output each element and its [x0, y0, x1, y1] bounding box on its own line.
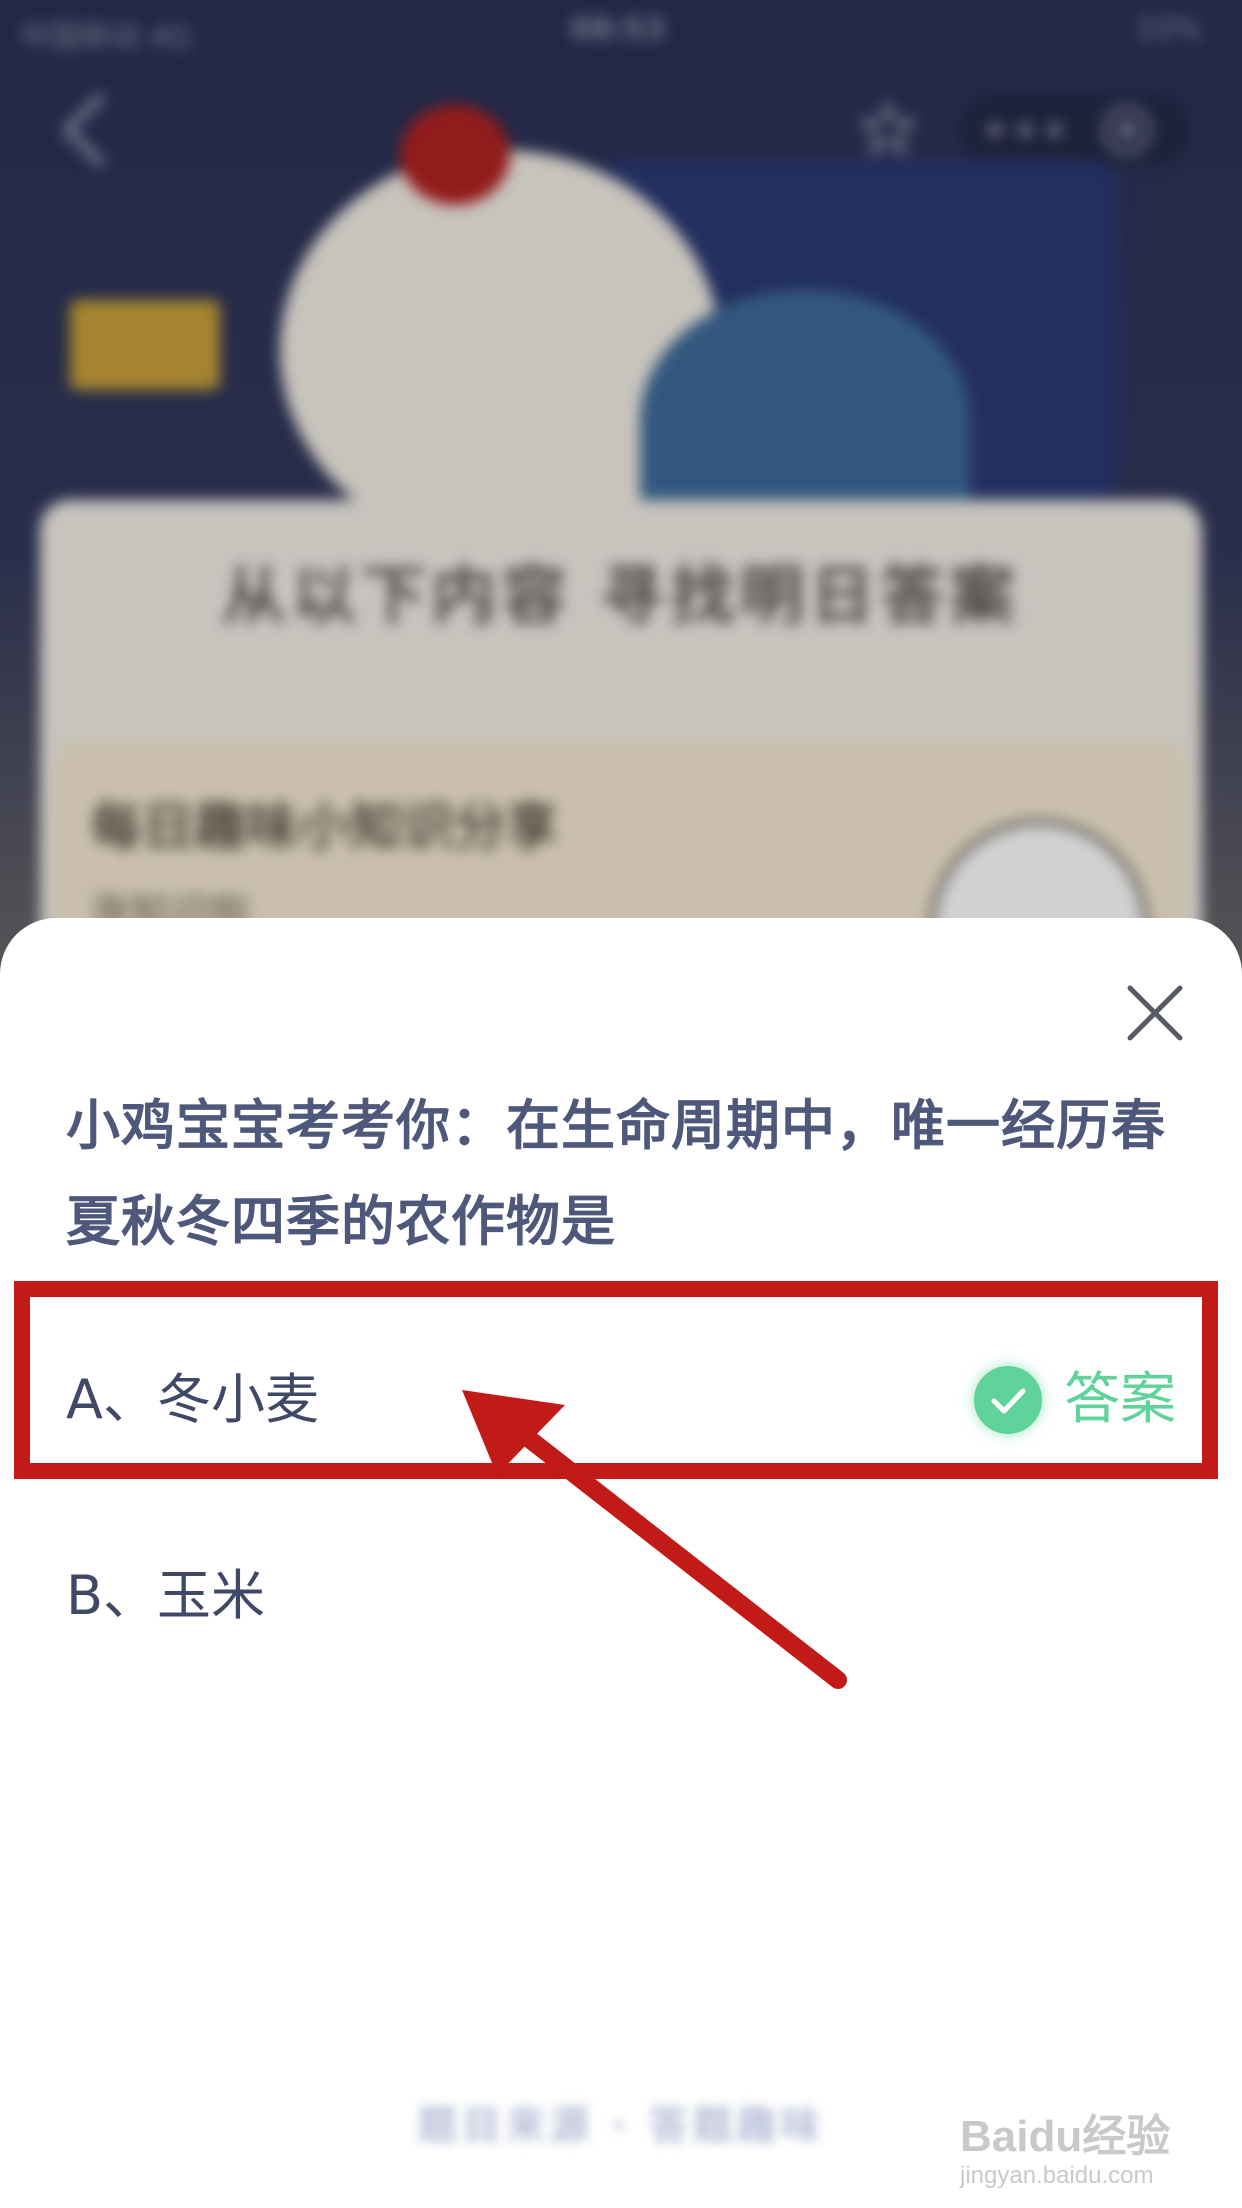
baidu-jingyan-watermark: Baidu经验 jingyan.baidu.com	[959, 2112, 1170, 2189]
option-b-label: B、玉米	[66, 1564, 266, 1627]
svg-text:Baidu经验: Baidu经验	[960, 2112, 1170, 2161]
quiz-sheet: 小鸡宝宝考考你：在生命周期中，唯一经历春夏秋冬四季的农作物是 A、冬小麦 答案 …	[0, 918, 1242, 2208]
quiz-question: 小鸡宝宝考考你：在生命周期中，唯一经历春夏秋冬四季的农作物是	[66, 1094, 1166, 1253]
option-b[interactable]: B、玉米	[66, 1556, 1176, 1636]
dim-overlay	[0, 0, 1242, 1000]
close-icon[interactable]	[1120, 978, 1190, 1048]
background-page: 中国移动 4G 08:53 33% 从以下内容 寻找明日答案 每日趣味小知识分享…	[0, 0, 1242, 1000]
svg-text:jingyan.baidu.com: jingyan.baidu.com	[959, 2162, 1153, 2189]
answer-highlight-box	[14, 1281, 1218, 1479]
